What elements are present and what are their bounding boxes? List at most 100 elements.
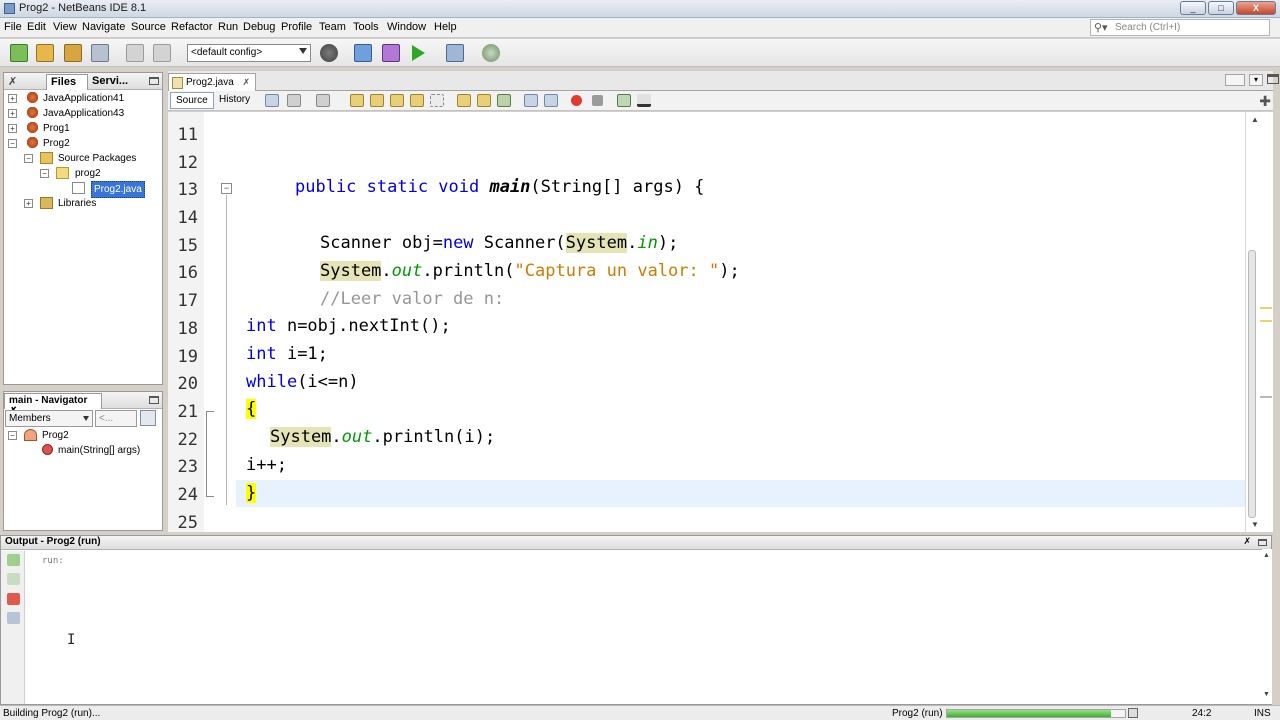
- scroll-tabs-icon[interactable]: [1225, 74, 1245, 86]
- close-tab-icon[interactable]: ✗: [242, 77, 250, 88]
- collapse-icon[interactable]: −: [8, 431, 17, 440]
- tab-navigator[interactable]: main - Navigator ✗: [4, 393, 102, 417]
- expand-icon[interactable]: +: [24, 199, 33, 208]
- uncomment-icon[interactable]: [637, 94, 651, 107]
- menu-help[interactable]: Help: [434, 21, 457, 33]
- toggle-highlight-icon[interactable]: [410, 94, 424, 107]
- tab-prog2-java[interactable]: Prog2.java ✗: [168, 73, 256, 91]
- find-previous-icon[interactable]: [370, 94, 384, 107]
- members-filter-select[interactable]: Members: [5, 410, 93, 427]
- progress-fill: [947, 710, 1111, 717]
- code-fold-column: −: [204, 112, 236, 532]
- comment-icon[interactable]: [617, 94, 631, 107]
- close-output-icon[interactable]: ✗: [1243, 536, 1251, 547]
- expand-icon[interactable]: +: [8, 94, 17, 103]
- toggle-rect-select-icon[interactable]: [430, 94, 444, 107]
- settings-icon[interactable]: [7, 612, 20, 624]
- code-line-17: //Leer valor de n:: [320, 289, 505, 309]
- collapse-icon[interactable]: −: [8, 139, 17, 148]
- collapse-icon[interactable]: −: [40, 169, 49, 178]
- tab-list-dropdown-icon[interactable]: ▾: [1249, 74, 1263, 86]
- previous-bookmark-icon[interactable]: [457, 94, 471, 107]
- quick-search-input[interactable]: ⚲▾ Search (Ctrl+I): [1090, 19, 1270, 36]
- scroll-up-icon[interactable]: ▲: [1251, 115, 1259, 124]
- maximize-button[interactable]: □: [1208, 1, 1234, 15]
- toggle-bookmark-icon[interactable]: [497, 94, 511, 107]
- find-next-icon[interactable]: [390, 94, 404, 107]
- menu-refactor[interactable]: Refactor: [171, 21, 213, 33]
- editor-scrollbar[interactable]: ▲ ▼: [1245, 112, 1273, 532]
- menu-profile[interactable]: Profile: [281, 21, 312, 33]
- menu-tools[interactable]: Tools: [353, 21, 379, 33]
- target-icon[interactable]: [320, 44, 338, 62]
- save-all-icon[interactable]: [91, 44, 109, 62]
- source-view-button[interactable]: Source: [170, 92, 214, 109]
- redo-icon[interactable]: [153, 44, 171, 62]
- shift-left-icon[interactable]: [524, 94, 538, 107]
- menu-navigate[interactable]: Navigate: [82, 21, 125, 33]
- profile-icon[interactable]: [482, 44, 500, 62]
- last-edit-icon[interactable]: [265, 94, 279, 107]
- build-icon[interactable]: [354, 44, 372, 62]
- rerun-icon[interactable]: [7, 554, 20, 566]
- start-macro-icon[interactable]: [571, 95, 582, 106]
- tree-item-label: Prog1: [43, 123, 70, 134]
- close-button[interactable]: X: [1236, 1, 1276, 15]
- debug-icon[interactable]: [446, 44, 464, 62]
- clean-build-icon[interactable]: [382, 44, 400, 62]
- scroll-up-icon[interactable]: ▲: [1263, 552, 1270, 559]
- error-stripe-mark[interactable]: [1260, 396, 1272, 398]
- config-select-value: <default config>: [191, 47, 263, 58]
- menu-team[interactable]: Team: [319, 21, 346, 33]
- expand-icon[interactable]: +: [8, 124, 17, 133]
- scroll-down-icon[interactable]: ▼: [1251, 520, 1259, 529]
- rerun-different-params-icon[interactable]: [7, 573, 20, 585]
- output-scrollbar[interactable]: ▲ ▼: [1262, 549, 1272, 704]
- menu-source[interactable]: Source: [131, 21, 166, 33]
- history-view-button[interactable]: History: [214, 92, 255, 109]
- menu-edit[interactable]: Edit: [27, 21, 46, 33]
- menu-debug[interactable]: Debug: [243, 21, 275, 33]
- menu-file[interactable]: File: [4, 21, 22, 33]
- new-file-icon[interactable]: [10, 44, 28, 62]
- minimize-panel-icon[interactable]: [149, 77, 159, 85]
- shift-right-icon[interactable]: [544, 94, 558, 107]
- split-editor-icon[interactable]: ✚: [1259, 93, 1271, 110]
- error-stripe-mark[interactable]: [1260, 307, 1272, 309]
- menu-view[interactable]: View: [53, 21, 77, 33]
- back-icon[interactable]: [287, 94, 301, 107]
- tab-projects[interactable]: ✗: [4, 74, 46, 90]
- tab-files[interactable]: Files: [46, 74, 88, 90]
- main-toolbar: <default config>: [0, 39, 1280, 67]
- scroll-down-icon[interactable]: ▼: [1263, 691, 1270, 698]
- new-project-icon[interactable]: [36, 44, 54, 62]
- minimize-panel-icon[interactable]: [149, 396, 159, 404]
- stop-icon[interactable]: [7, 593, 20, 605]
- collapse-icon[interactable]: −: [24, 154, 33, 163]
- type-filter-select[interactable]: <...: [95, 410, 137, 427]
- find-icon[interactable]: [350, 94, 364, 107]
- tab-services[interactable]: Servi...: [88, 74, 132, 90]
- navigator-settings-icon[interactable]: [140, 410, 156, 426]
- code-text: Scanner obj=: [320, 233, 443, 253]
- cancel-task-icon[interactable]: [1128, 708, 1138, 718]
- code-editor[interactable]: public static void main(String[] args) {…: [236, 112, 1245, 532]
- stop-macro-icon[interactable]: [592, 95, 603, 106]
- minimize-panel-icon[interactable]: [1258, 539, 1267, 546]
- code-string: "Captura un valor: ": [514, 261, 720, 281]
- error-stripe-mark[interactable]: [1260, 320, 1272, 322]
- minimize-button[interactable]: _: [1180, 1, 1206, 15]
- next-bookmark-icon[interactable]: [477, 94, 491, 107]
- expand-icon[interactable]: +: [8, 109, 17, 118]
- output-text: run:: [42, 556, 64, 566]
- config-select[interactable]: <default config>: [187, 44, 311, 62]
- menu-window[interactable]: Window: [387, 21, 426, 33]
- fold-toggle-icon[interactable]: −: [221, 183, 232, 194]
- forward-icon[interactable]: [316, 94, 330, 107]
- undo-icon[interactable]: [126, 44, 144, 62]
- open-project-icon[interactable]: [64, 44, 82, 62]
- menu-run[interactable]: Run: [218, 21, 238, 33]
- run-icon[interactable]: [412, 45, 425, 61]
- scrollbar-thumb[interactable]: [1248, 250, 1256, 518]
- maximize-editor-icon[interactable]: [1267, 74, 1279, 84]
